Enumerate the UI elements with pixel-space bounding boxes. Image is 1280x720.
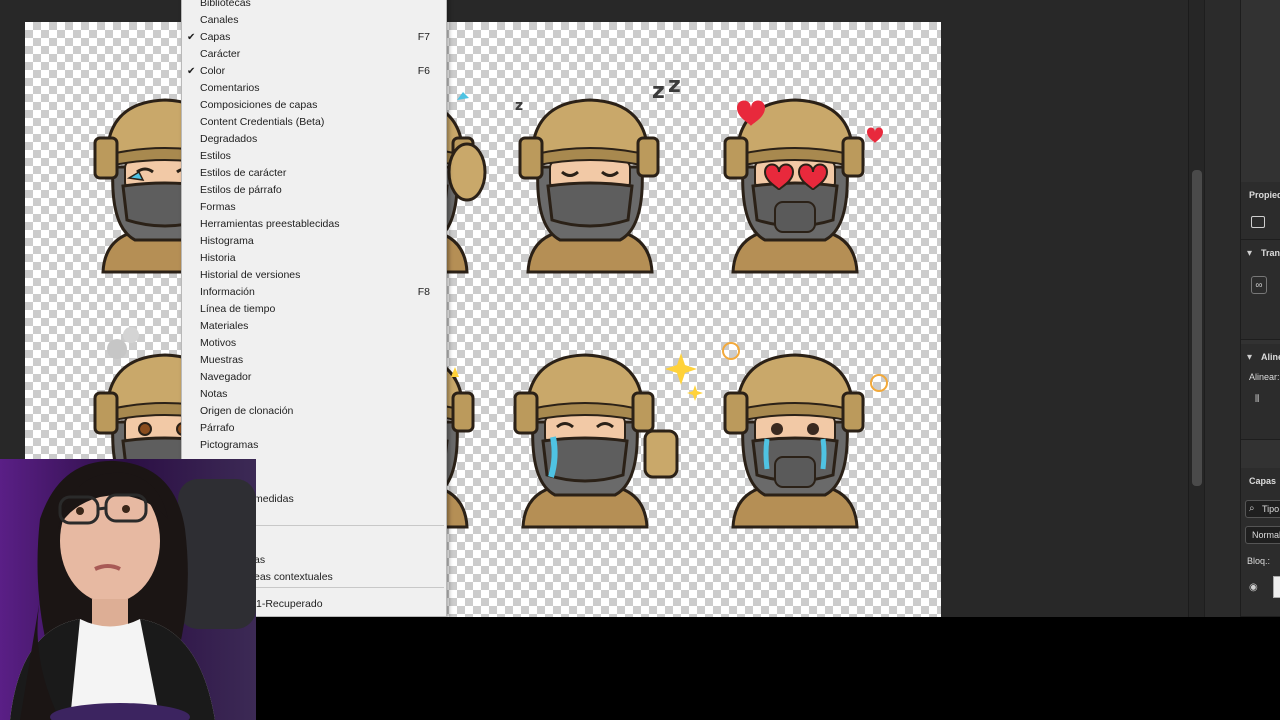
checkmark-icon: ✔ <box>187 32 196 43</box>
chevron-down-icon[interactable]: ▾ <box>1247 248 1252 259</box>
properties-panel: Propiedades <box>1241 182 1280 240</box>
align-title: Alinear <box>1261 352 1280 362</box>
menu-item-label: Canales <box>200 14 239 26</box>
menu-item-label: Notas <box>200 388 228 400</box>
menu-item[interactable]: Herramientas preestablecidas <box>182 216 446 233</box>
menu-item[interactable]: Historia <box>182 250 446 267</box>
menu-item-label: Capas <box>200 31 231 43</box>
menu-item[interactable]: Origen de clonación <box>182 403 446 420</box>
menu-item[interactable]: ✔ Capas F7 <box>182 29 446 46</box>
menu-item-label: Carácter <box>200 48 241 60</box>
menu-item[interactable]: Histograma <box>182 233 446 250</box>
layer-filter-field[interactable]: ⌕ Tipo <box>1245 500 1280 518</box>
search-icon: ⌕ <box>1249 503 1255 514</box>
menu-item[interactable]: ✔ Color F6 <box>182 63 446 80</box>
svg-text:z: z <box>668 73 681 98</box>
blend-mode-value: Normal <box>1252 530 1280 540</box>
menu-item[interactable]: Carácter <box>182 46 446 63</box>
menu-item[interactable]: Párrafo <box>182 420 446 437</box>
svg-text:z: z <box>515 98 523 114</box>
menu-item[interactable]: Estilos <box>182 148 446 165</box>
lock-label: Bloq.: <box>1247 556 1271 566</box>
menu-item-shortcut: F8 <box>417 286 430 298</box>
menu-item-label: Color <box>200 65 226 77</box>
layers-panel: Capas ⌕ Tipo Normal Bloq.: ◉ <box>1241 468 1280 617</box>
menu-item-label: Origen de clonación <box>200 405 294 417</box>
align-section: ▾ Alinear Alinear: ⫴ <box>1241 344 1280 440</box>
menu-item-label: Línea de tiempo <box>200 303 276 315</box>
menu-item-label: Herramientas preestablecidas <box>200 218 340 230</box>
menu-item-label: Estilos de carácter <box>200 167 287 179</box>
menu-item[interactable]: Notas <box>182 386 446 403</box>
panel-dock-strip <box>1204 0 1240 617</box>
menu-item[interactable]: Información F8 <box>182 284 446 301</box>
properties-title: Propiedades <box>1249 190 1280 200</box>
menu-item[interactable]: Historial de versiones <box>182 267 446 284</box>
menu-item-label: Estilos <box>200 150 231 162</box>
align-left-icon[interactable]: ⫴ <box>1255 394 1259 405</box>
menu-item-label: 1-Recuperado <box>256 598 323 610</box>
menu-item[interactable]: Estilos de carácter <box>182 165 446 182</box>
chevron-down-icon[interactable]: ▾ <box>1247 352 1252 363</box>
menu-item-label: Materiales <box>200 320 249 332</box>
menu-item-label: Párrafo <box>200 422 235 434</box>
menu-item-label: Content Credentials (Beta) <box>200 116 325 128</box>
layers-title: Capas <box>1249 476 1277 486</box>
right-panel: Propiedades ▾ Transformar ∞ ▾ Alinear Al… <box>1240 0 1280 617</box>
menu-item-label: PNG <box>256 612 279 616</box>
menu-item-label: Información <box>200 286 255 298</box>
menu-item[interactable]: Línea de tiempo <box>182 301 446 318</box>
vertical-scrollbar[interactable] <box>1188 0 1204 617</box>
blend-mode-select[interactable]: Normal <box>1245 526 1280 544</box>
menu-item[interactable]: Degradados <box>182 131 446 148</box>
menu-item-label: Composiciones de capas <box>200 99 318 111</box>
link-icon[interactable]: ∞ <box>1251 276 1267 294</box>
menu-item[interactable]: Materiales <box>182 318 446 335</box>
align-label: Alinear: <box>1249 372 1280 382</box>
menu-item[interactable]: Pictogramas <box>182 437 446 454</box>
menu-item[interactable]: Motivos <box>182 335 446 352</box>
menu-item-label: Histograma <box>200 235 254 247</box>
menu-item-shortcut: F7 <box>417 31 430 43</box>
menu-item-label: Degradados <box>200 133 258 145</box>
menu-item-label: Pictogramas <box>200 439 259 451</box>
menu-item-label: Navegador <box>200 371 252 383</box>
menu-item-label: Bibliotecas <box>200 0 251 9</box>
menu-item-label: Motivos <box>200 337 237 349</box>
scrollbar-thumb[interactable] <box>1192 170 1202 486</box>
menu-item[interactable]: Formas <box>182 199 446 216</box>
image-icon <box>1251 216 1265 228</box>
layer-filter-type: Tipo <box>1262 504 1280 514</box>
menu-item-label: Historia <box>200 252 236 264</box>
transform-title: Transformar <box>1261 248 1280 258</box>
menu-item[interactable]: Estilos de párrafo <box>182 182 446 199</box>
menu-item-label: Historial de versiones <box>200 269 301 281</box>
menu-item[interactable]: Bibliotecas <box>182 0 446 12</box>
menu-item[interactable]: Composiciones de capas <box>182 97 446 114</box>
webcam-image <box>0 459 256 720</box>
menu-item[interactable]: Muestras <box>182 352 446 369</box>
menu-item[interactable]: Content Credentials (Beta) <box>182 114 446 131</box>
checkmark-icon: ✔ <box>187 66 196 77</box>
menu-item-label: Muestras <box>200 354 244 366</box>
menu-item[interactable]: Comentarios <box>182 80 446 97</box>
svg-text:z: z <box>652 79 665 104</box>
menu-item-label: medidas <box>254 493 294 505</box>
menu-item-label: Estilos de párrafo <box>200 184 282 196</box>
menu-item-shortcut: F6 <box>417 65 430 77</box>
transform-section: ▾ Transformar ∞ <box>1241 240 1280 340</box>
layer-thumbnail[interactable] <box>1273 576 1280 598</box>
menu-item-label: Formas <box>200 201 236 213</box>
menu-item[interactable]: Navegador <box>182 369 446 386</box>
webcam-overlay <box>0 459 256 720</box>
eye-icon[interactable]: ◉ <box>1249 582 1258 593</box>
menu-item-label: eas contextuales <box>254 571 333 583</box>
menu-item-label: Comentarios <box>200 82 260 94</box>
menu-item[interactable]: Canales <box>182 12 446 29</box>
